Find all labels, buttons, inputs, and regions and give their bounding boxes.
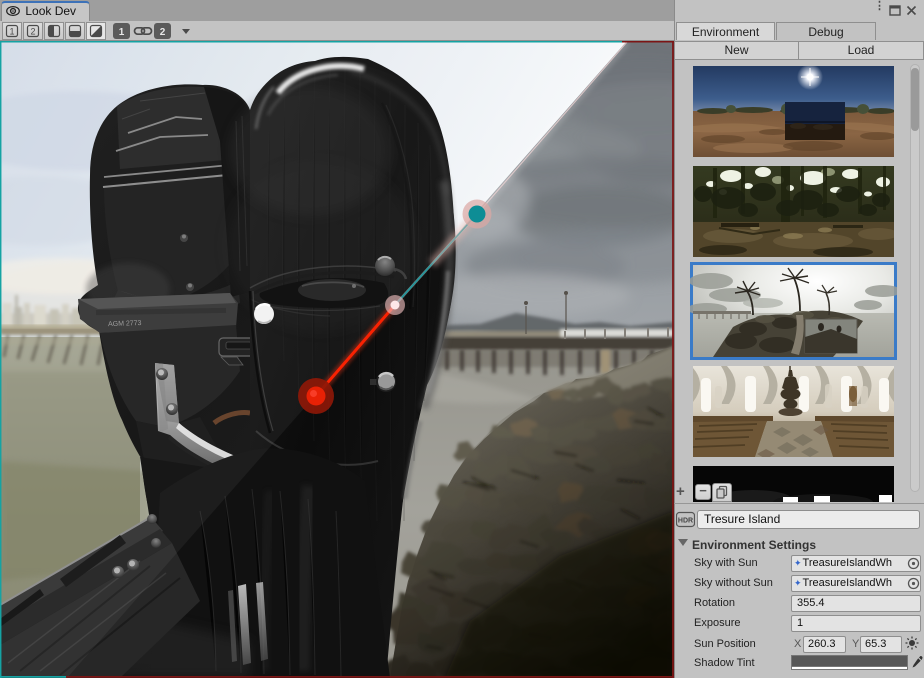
svg-text:2: 2 — [160, 27, 166, 38]
svg-text:2: 2 — [30, 27, 35, 37]
svg-text:1: 1 — [9, 27, 14, 37]
svg-text:1: 1 — [119, 27, 125, 38]
svg-text:HDR: HDR — [678, 518, 693, 525]
